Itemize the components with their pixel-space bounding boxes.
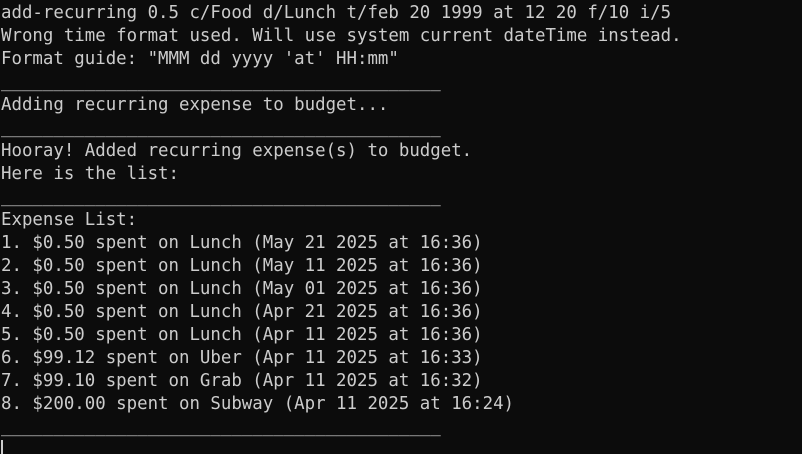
divider: ________________________________________…	[1, 118, 441, 138]
text-cursor	[1, 440, 3, 454]
list-item: 1. $0.50 spent on Lunch (May 21 2025 at …	[1, 233, 483, 253]
list-item: 6. $99.12 spent on Uber (Apr 11 2025 at …	[1, 348, 483, 368]
status-message: Adding recurring expense to budget...	[1, 95, 389, 115]
divider: ________________________________________…	[1, 187, 441, 207]
terminal-output[interactable]: add-recurring 0.5 c/Food d/Lunch t/feb 2…	[0, 0, 802, 454]
warning-message: Wrong time format used. Will use system …	[1, 26, 682, 46]
list-intro: Here is the list:	[1, 164, 179, 184]
list-item: 5. $0.50 spent on Lunch (Apr 11 2025 at …	[1, 325, 483, 345]
list-item: 7. $99.10 spent on Grab (Apr 11 2025 at …	[1, 371, 483, 391]
divider: ________________________________________…	[1, 72, 441, 92]
format-guide: Format guide: "MMM dd yyyy 'at' HH:mm"	[1, 49, 399, 69]
list-item: 8. $200.00 spent on Subway (Apr 11 2025 …	[1, 394, 515, 414]
list-item: 2. $0.50 spent on Lunch (May 11 2025 at …	[1, 256, 483, 276]
list-item: 3. $0.50 spent on Lunch (May 01 2025 at …	[1, 279, 483, 299]
divider: ________________________________________…	[1, 417, 441, 437]
command-line: add-recurring 0.5 c/Food d/Lunch t/feb 2…	[1, 3, 672, 23]
success-message: Hooray! Added recurring expense(s) to bu…	[1, 141, 473, 161]
list-heading: Expense List:	[1, 210, 138, 230]
list-item: 4. $0.50 spent on Lunch (Apr 21 2025 at …	[1, 302, 483, 322]
